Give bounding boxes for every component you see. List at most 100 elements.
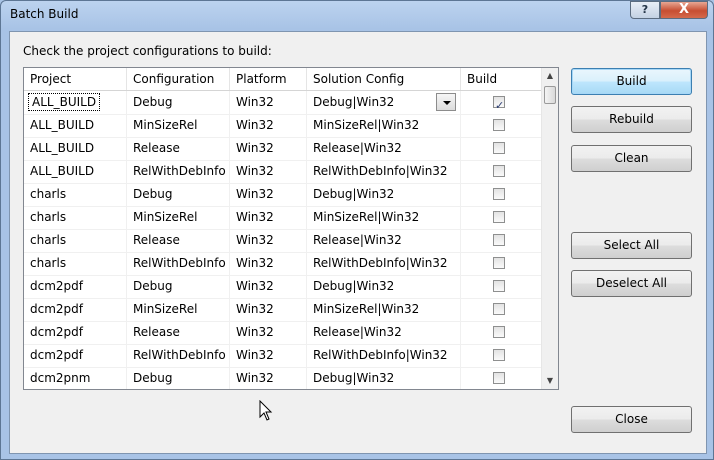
cell-project-text: charls (30, 187, 67, 201)
build-checkbox[interactable] (493, 280, 505, 292)
scroll-up-arrow[interactable]: ▲ (542, 68, 558, 84)
table-row[interactable]: dcm2pdf Release Win32 Release|Win32 (24, 321, 543, 345)
cell-build (461, 91, 543, 114)
cell-config-text: Release (133, 233, 180, 247)
build-checkbox[interactable] (493, 142, 505, 154)
cell-project: charls (24, 206, 127, 229)
cell-config-text: Release (133, 141, 180, 155)
table-row[interactable]: dcm2pdf MinSizeRel Win32 MinSizeRel|Win32 (24, 298, 543, 322)
build-checkbox[interactable] (493, 372, 505, 384)
build-checkbox[interactable] (493, 234, 505, 246)
cell-solution[interactable]: Debug|Win32 (307, 367, 461, 389)
column-header-configuration[interactable]: Configuration (127, 68, 230, 90)
cell-platform: Win32 (230, 160, 307, 183)
title-bar[interactable]: Batch Build ? X (1, 1, 713, 29)
cell-project: dcm2pnm (24, 367, 127, 389)
cell-solution[interactable]: MinSizeRel|Win32 (307, 114, 461, 137)
cell-platform: Win32 (230, 275, 307, 298)
cell-project-text: ALL_BUILD (27, 93, 101, 111)
vertical-scrollbar[interactable]: ▲ ▼ (541, 68, 558, 389)
table-row[interactable]: ALL_BUILD RelWithDebInfo Win32 RelWithDebIn… (24, 160, 543, 184)
scroll-thumb[interactable] (544, 86, 556, 104)
table-row[interactable]: charls RelWithDebInfo Win32 RelWithDebInfo|… (24, 252, 543, 276)
cell-solution[interactable]: RelWithDebInfo|Win32 (307, 344, 461, 367)
cell-config: MinSizeRel (127, 206, 230, 229)
table-row[interactable]: ALL_BUILD MinSizeRel Win32 MinSizeRel|Win32 (24, 114, 543, 138)
close-window-button[interactable]: X (660, 1, 708, 19)
cell-config-text: MinSizeRel (133, 302, 198, 316)
cell-project-text: ALL_BUILD (30, 164, 95, 178)
cell-solution[interactable]: Release|Win32 (307, 137, 461, 160)
close-button[interactable]: Close (571, 406, 692, 433)
cell-solution[interactable]: Debug|Win32 (307, 275, 461, 298)
cell-solution[interactable]: Release|Win32 (307, 321, 461, 344)
table-row[interactable]: dcm2pdf Debug Win32 Debug|Win32 (24, 275, 543, 299)
build-checkbox[interactable] (493, 303, 505, 315)
build-button[interactable]: Build (571, 68, 692, 95)
cell-solution[interactable]: Debug|Win32 (307, 183, 461, 206)
build-checkbox[interactable] (493, 257, 505, 269)
cell-solution[interactable]: MinSizeRel|Win32 (307, 206, 461, 229)
build-checkbox[interactable] (493, 326, 505, 338)
column-header-platform[interactable]: Platform (230, 68, 307, 90)
cell-platform-text: Win32 (236, 348, 274, 362)
build-checkbox[interactable] (493, 211, 505, 223)
cell-platform: Win32 (230, 344, 307, 367)
scroll-down-arrow[interactable]: ▼ (542, 373, 558, 389)
column-header-solution-config[interactable]: Solution Config (307, 68, 461, 90)
cell-solution[interactable]: RelWithDebInfo|Win32 (307, 160, 461, 183)
batch-build-dialog: Batch Build ? X Check the project config… (0, 0, 714, 460)
cell-platform-text: Win32 (236, 371, 274, 385)
configurations-grid[interactable]: Project Configuration Platform Solution … (23, 67, 559, 390)
cell-platform-text: Win32 (236, 187, 274, 201)
cell-project: charls (24, 252, 127, 275)
cell-config: RelWithDebInfo (127, 252, 230, 275)
table-row[interactable]: charls Debug Win32 Debug|Win32 (24, 183, 543, 207)
cell-config: Debug (127, 183, 230, 206)
cell-solution-text: Release|Win32 (313, 325, 402, 339)
cell-platform: Win32 (230, 229, 307, 252)
cell-project: dcm2pdf (24, 298, 127, 321)
build-checkbox[interactable] (493, 94, 505, 114)
rebuild-button[interactable]: Rebuild (571, 106, 692, 133)
cell-solution-text: Debug|Win32 (313, 187, 395, 201)
select-all-button[interactable]: Select All (571, 232, 692, 259)
build-checkbox[interactable] (493, 119, 505, 131)
table-row[interactable]: ALL_BUILD Debug Win32 Debug|Win32 (24, 91, 543, 115)
table-row[interactable]: charls MinSizeRel Win32 MinSizeRel|Win32 (24, 206, 543, 230)
cell-build (461, 183, 543, 206)
cell-project: ALL_BUILD (24, 114, 127, 137)
table-row[interactable]: dcm2pdf RelWithDebInfo Win32 RelWithDebInfo… (24, 344, 543, 368)
cell-project-text: dcm2pdf (30, 325, 83, 339)
deselect-all-button[interactable]: Deselect All (571, 270, 692, 297)
cell-solution-text: RelWithDebInfo|Win32 (313, 348, 448, 362)
cell-project: dcm2pdf (24, 275, 127, 298)
cell-solution[interactable]: MinSizeRel|Win32 (307, 298, 461, 321)
cell-platform-text: Win32 (236, 141, 274, 155)
cell-solution[interactable]: RelWithDebInfo|Win32 (307, 252, 461, 275)
cell-build (461, 137, 543, 160)
build-checkbox[interactable] (493, 349, 505, 361)
table-row[interactable]: charls Release Win32 Release|Win32 (24, 229, 543, 253)
clean-button[interactable]: Clean (571, 145, 692, 172)
help-button[interactable]: ? (630, 1, 660, 19)
cell-solution[interactable]: Debug|Win32 (307, 91, 461, 114)
table-row[interactable]: dcm2pnm Debug Win32 Debug|Win32 (24, 367, 543, 389)
cell-config-text: MinSizeRel (133, 118, 198, 132)
cell-solution[interactable]: Release|Win32 (307, 229, 461, 252)
cell-config: RelWithDebInfo (127, 160, 230, 183)
cell-platform-text: Win32 (236, 279, 274, 293)
build-checkbox[interactable] (493, 165, 505, 177)
build-checkbox[interactable] (493, 188, 505, 200)
cell-config-text: Release (133, 325, 180, 339)
column-header-project[interactable]: Project (24, 68, 127, 90)
table-row[interactable]: ALL_BUILD Release Win32 Release|Win32 (24, 137, 543, 161)
cell-platform: Win32 (230, 298, 307, 321)
cell-build (461, 275, 543, 298)
cell-project-text: charls (30, 210, 67, 224)
cell-project-text: dcm2pdf (30, 348, 83, 362)
column-header-build[interactable]: Build (461, 68, 543, 90)
cell-solution-text: MinSizeRel|Win32 (313, 302, 420, 316)
cell-project-text: ALL_BUILD (30, 141, 95, 155)
solution-config-dropdown-button[interactable] (436, 93, 456, 111)
